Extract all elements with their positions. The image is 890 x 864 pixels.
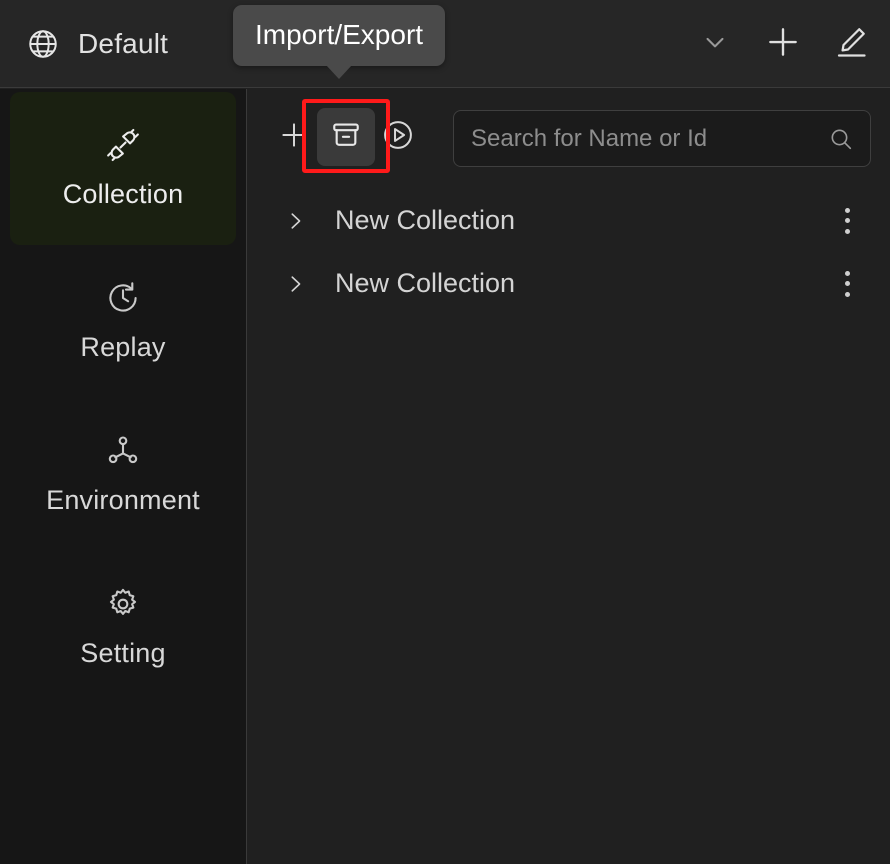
app-window: Default Import/Export Collection Replay … xyxy=(0,0,890,864)
workspace-selector[interactable]: Default xyxy=(0,27,168,61)
play-circle-icon xyxy=(381,118,415,157)
chevron-down-icon xyxy=(700,27,730,62)
workspace-name: Default xyxy=(78,27,169,59)
sidebar-item-label: Environment xyxy=(46,485,200,515)
collection-toolbar xyxy=(248,89,890,185)
add-collection-button[interactable] xyxy=(271,114,317,160)
tooltip-label: Import/Export xyxy=(255,19,424,50)
row-more-menu-icon[interactable] xyxy=(832,204,862,238)
import-export-tooltip: Import/Export xyxy=(233,5,446,79)
tooltip-arrow xyxy=(326,65,353,79)
plus-icon xyxy=(277,118,311,157)
plug-connector-icon xyxy=(105,127,141,163)
sidebar-item-label: Replay xyxy=(80,332,166,362)
sidebar-item-setting[interactable]: Setting xyxy=(10,551,236,704)
collection-name: New Collection xyxy=(335,268,516,298)
sidebar-item-label: Setting xyxy=(80,638,166,668)
plus-icon xyxy=(764,23,802,66)
gear-icon xyxy=(105,586,141,622)
collection-list: New Collection New Collection xyxy=(248,185,890,315)
sidebar-item-environment[interactable]: Environment xyxy=(10,398,236,551)
sidebar-item-collection[interactable]: Collection xyxy=(10,92,236,245)
archive-box-icon xyxy=(330,119,362,156)
chevron-right-icon[interactable] xyxy=(284,273,306,295)
table-row[interactable]: New Collection xyxy=(248,252,890,315)
sidebar-item-replay[interactable]: Replay xyxy=(10,245,236,398)
collection-name: New Collection xyxy=(335,205,516,235)
chevron-down-button[interactable] xyxy=(694,23,736,65)
sidebar-item-label: Collection xyxy=(62,179,184,209)
globe-icon xyxy=(26,27,60,61)
import-export-button[interactable] xyxy=(317,108,375,166)
search-input[interactable] xyxy=(471,124,828,153)
chevron-right-icon[interactable] xyxy=(284,210,306,232)
table-row[interactable]: New Collection xyxy=(248,189,890,252)
collection-panel: New Collection New Collection xyxy=(248,89,890,864)
add-workspace-button[interactable] xyxy=(762,23,804,65)
left-sidebar: Collection Replay Environment Setting xyxy=(0,89,247,864)
run-collection-button[interactable] xyxy=(375,114,421,160)
row-more-menu-icon[interactable] xyxy=(832,267,862,301)
search-box[interactable] xyxy=(453,110,871,167)
search-icon xyxy=(828,126,854,152)
clock-history-icon xyxy=(105,280,141,316)
edit-workspace-button[interactable] xyxy=(830,23,872,65)
node-network-icon xyxy=(105,433,141,469)
header-actions xyxy=(694,0,872,88)
edit-pencil-icon xyxy=(833,24,869,65)
